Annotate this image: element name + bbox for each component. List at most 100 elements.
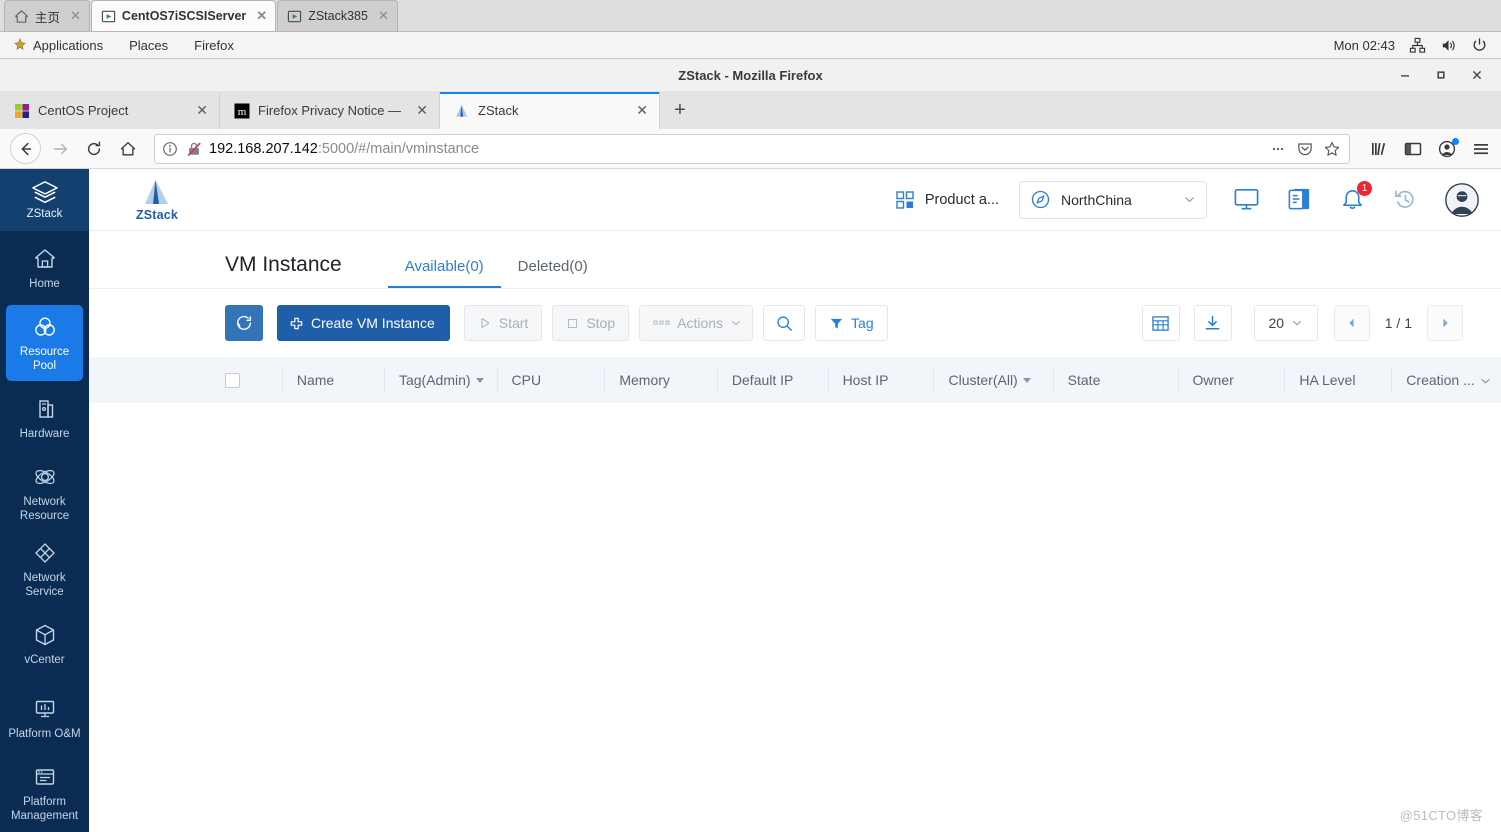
broken-lock-icon[interactable]	[185, 140, 203, 158]
url-bar[interactable]: 192.168.207.142:5000/#/main/vminstance	[154, 133, 1350, 164]
app-logo-text: ZStack	[135, 208, 179, 222]
url-text[interactable]: 192.168.207.142:5000/#/main/vminstance	[209, 141, 1263, 157]
history-icon[interactable]	[1392, 186, 1419, 213]
sidebar-item-hardware[interactable]: Hardware	[0, 381, 89, 455]
menu-applications[interactable]: Applications	[0, 32, 116, 59]
sidebar-item-network-resource[interactable]: Network Resource	[0, 455, 89, 531]
menu-icon[interactable]	[1471, 139, 1491, 159]
stop-button[interactable]: Stop	[552, 305, 630, 341]
vm-icon	[101, 10, 116, 22]
column-label: Default IP	[731, 372, 794, 388]
power-icon[interactable]	[1471, 37, 1488, 54]
taskbar-window-zstack385[interactable]: ZStack385 ✕	[277, 0, 398, 31]
grid-squares-icon	[896, 190, 914, 209]
download-button[interactable]	[1193, 305, 1232, 341]
browser-tab-zstack[interactable]: ZStack ✕	[440, 92, 660, 129]
browser-tab-firefox-privacy-notice[interactable]: m Firefox Privacy Notice — ✕	[220, 92, 440, 129]
column-label: Cluster(All)	[948, 372, 1018, 388]
chevron-down-icon[interactable]	[475, 377, 484, 383]
tab-deleted[interactable]: Deleted(0)	[501, 258, 605, 288]
home-icon[interactable]	[112, 133, 143, 164]
forward-icon[interactable]	[44, 133, 75, 164]
minimize-icon[interactable]	[1398, 68, 1412, 82]
network-icon[interactable]	[1409, 37, 1426, 54]
start-label: Start	[498, 315, 529, 331]
select-all-checkbox[interactable]	[225, 372, 240, 388]
sidebar-item-home[interactable]: Home	[0, 231, 89, 305]
table-column-cluster[interactable]: Cluster(All)	[933, 368, 1052, 392]
chevron-down-icon	[732, 320, 741, 326]
column-settings-button[interactable]	[1141, 305, 1180, 341]
table-column-tag-admin[interactable]: Tag(Admin)	[383, 368, 497, 392]
page-title: VM Instance	[225, 253, 342, 276]
table-column-creation-date[interactable]: Creation ...	[1391, 368, 1501, 392]
avatar[interactable]	[1445, 182, 1479, 217]
page-size-select[interactable]: 20	[1253, 305, 1318, 341]
maximize-icon[interactable]	[1434, 68, 1448, 82]
ellipsis-icon[interactable]	[1269, 140, 1287, 158]
close-icon[interactable]: ✕	[378, 8, 389, 24]
actions-button[interactable]: Actions	[639, 305, 754, 341]
monitor-icon[interactable]	[1233, 186, 1260, 213]
create-vm-instance-button[interactable]: Create VM Instance	[277, 305, 450, 341]
tab-available[interactable]: Available(0)	[387, 258, 501, 288]
reload-icon[interactable]	[78, 133, 109, 164]
plus-icon	[290, 317, 303, 329]
star-icon[interactable]	[1323, 140, 1341, 158]
new-tab-button[interactable]: +	[660, 92, 700, 129]
close-icon[interactable]	[1470, 68, 1484, 82]
table-column-name[interactable]: Name	[281, 368, 384, 392]
document-icon[interactable]	[1286, 186, 1313, 213]
browser-tab-centos-project[interactable]: CentOS Project ✕	[0, 92, 220, 129]
notification-bell[interactable]: 1	[1339, 181, 1372, 213]
sidebar-item-label: Home	[29, 277, 60, 290]
mozilla-icon: m	[234, 103, 250, 118]
app-sidebar: ZStack Home Resource Pool Hardware Netwo…	[0, 169, 89, 832]
app-logo[interactable]: ZStack	[89, 177, 225, 222]
applications-icon	[14, 38, 26, 50]
sidebar-item-platform-om[interactable]: Platform O&M	[0, 681, 89, 755]
table-column-memory[interactable]: Memory	[604, 368, 717, 392]
close-icon[interactable]: ✕	[193, 102, 211, 119]
table-column-owner[interactable]: Owner	[1177, 368, 1285, 392]
next-page-button[interactable]	[1427, 305, 1463, 341]
close-icon[interactable]: ✕	[633, 102, 651, 119]
sidebar-icon[interactable]	[1403, 139, 1423, 159]
chevron-down-icon[interactable]	[1183, 193, 1196, 206]
table-column-cpu[interactable]: CPU	[496, 368, 605, 392]
pocket-icon[interactable]	[1296, 140, 1314, 158]
close-icon[interactable]: ✕	[70, 8, 81, 24]
table-column-ha-level[interactable]: HA Level	[1284, 368, 1391, 392]
close-icon[interactable]: ✕	[256, 8, 267, 24]
table-select-all[interactable]	[225, 368, 282, 392]
taskbar-window-label: ZStack385	[308, 9, 368, 23]
volume-icon[interactable]	[1440, 37, 1457, 54]
taskbar-window-home[interactable]: 主页 ✕	[4, 0, 90, 31]
table-column-host-ip[interactable]: Host IP	[827, 368, 934, 392]
close-icon[interactable]: ✕	[413, 102, 431, 119]
info-icon[interactable]	[161, 140, 179, 158]
sort-icon[interactable]	[1480, 375, 1491, 386]
table-column-default-ip[interactable]: Default IP	[716, 368, 828, 392]
sidebar-item-platform-management[interactable]: Platform Management	[0, 755, 89, 831]
back-icon[interactable]	[10, 133, 41, 164]
sidebar-item-vcenter[interactable]: vCenter	[0, 607, 89, 681]
start-button[interactable]: Start	[463, 305, 543, 341]
library-icon[interactable]	[1369, 139, 1389, 159]
system-clock[interactable]: Mon 02:43	[1334, 38, 1395, 53]
taskbar-window-centos7iscsiserver[interactable]: CentOS7iSCSIServer ✕	[90, 0, 277, 31]
table-body: @51CTO博客	[89, 403, 1501, 832]
sidebar-brand[interactable]: ZStack	[0, 169, 89, 231]
region-selector[interactable]: NorthChina	[1019, 180, 1207, 219]
table-column-state[interactable]: State	[1052, 368, 1178, 392]
sidebar-item-resource-pool[interactable]: Resource Pool	[6, 305, 83, 381]
tag-button[interactable]: Tag	[815, 305, 888, 341]
menu-firefox[interactable]: Firefox	[181, 32, 247, 59]
sidebar-item-network-service[interactable]: Network Service	[0, 531, 89, 607]
refresh-button[interactable]	[225, 305, 263, 341]
menu-places[interactable]: Places	[116, 32, 181, 59]
product-assistant-button[interactable]: Product a...	[895, 190, 999, 210]
chevron-down-icon[interactable]	[1022, 377, 1031, 383]
prev-page-button[interactable]	[1333, 305, 1370, 341]
search-button[interactable]	[763, 305, 806, 341]
